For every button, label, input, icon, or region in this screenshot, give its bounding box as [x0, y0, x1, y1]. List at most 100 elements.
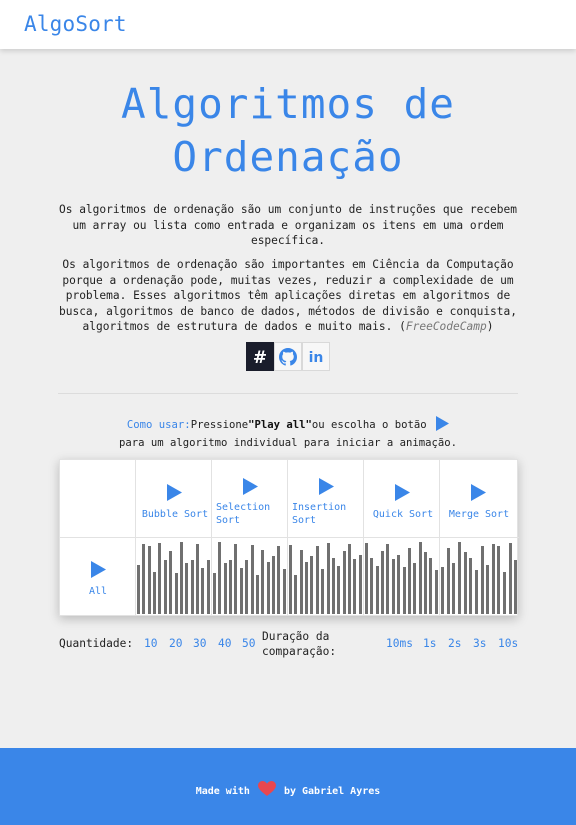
- navbar: AlgoSort: [0, 0, 576, 49]
- divider: [58, 393, 518, 394]
- corner-cell: [60, 460, 136, 538]
- bars-quick: [364, 538, 440, 616]
- value-bar: [353, 559, 357, 614]
- value-bar: [365, 543, 368, 614]
- value-bar: [201, 568, 205, 614]
- play-all-label[interactable]: All: [60, 586, 136, 597]
- value-bar: [195, 544, 199, 614]
- algo-header-quick[interactable]: Quick Sort: [364, 460, 440, 538]
- bars-selection: [212, 538, 288, 616]
- value-bar: [342, 551, 346, 614]
- how-to-line-2: para um algoritmo individual para inicia…: [118, 437, 458, 449]
- value-bar: [434, 570, 438, 614]
- play-icon[interactable]: [90, 561, 106, 578]
- value-bar: [255, 575, 259, 614]
- value-bar: [514, 560, 518, 614]
- title-line-2: Ordenação: [172, 133, 404, 181]
- how-to-line-1: Como usar:Pressione"Play all"ou escolha …: [0, 416, 576, 434]
- footer-credit: Made with by Gabriel Ayres: [0, 781, 576, 797]
- duration-option[interactable]: 10s: [498, 637, 518, 650]
- duration-option[interactable]: 3s: [473, 637, 486, 650]
- value-bar: [137, 565, 140, 614]
- duration-option[interactable]: 2s: [448, 637, 461, 650]
- quantity-option[interactable]: 40: [218, 637, 231, 650]
- duration-option[interactable]: 1s: [423, 637, 436, 650]
- value-bar: [266, 562, 270, 614]
- play-icon[interactable]: [242, 478, 258, 495]
- algo-label[interactable]: Bubble Sort: [138, 508, 212, 521]
- value-bar: [486, 565, 490, 614]
- source-citation: FreeCodeCamp: [405, 320, 487, 334]
- value-bar: [491, 544, 495, 614]
- play-all-cell[interactable]: All: [60, 538, 136, 616]
- algo-header-insertion[interactable]: Insertion Sort: [288, 460, 364, 538]
- value-bar: [294, 575, 298, 614]
- footer: Made with by Gabriel Ayres: [0, 748, 576, 825]
- algo-label[interactable]: Selection Sort: [216, 501, 290, 527]
- value-bar: [321, 569, 325, 614]
- value-bar: [190, 560, 194, 614]
- play-icon[interactable]: [166, 484, 182, 501]
- hash-icon[interactable]: #: [246, 342, 274, 371]
- value-bar: [153, 572, 157, 614]
- quantity-option[interactable]: 50: [242, 637, 255, 650]
- value-bar: [503, 572, 507, 614]
- github-icon[interactable]: [274, 342, 302, 371]
- value-bar: [147, 546, 151, 614]
- value-bar: [418, 542, 422, 614]
- value-bar: [250, 545, 254, 614]
- intro-paragraph: Os algoritmos de ordenação são um conjun…: [58, 203, 517, 248]
- value-bar: [158, 543, 162, 614]
- value-bar: [218, 542, 222, 614]
- value-bar: [299, 550, 303, 614]
- value-bar: [282, 569, 286, 614]
- bars-merge: [440, 538, 519, 616]
- value-bar: [289, 545, 292, 614]
- value-bar: [391, 559, 395, 614]
- quantity-option[interactable]: 30: [193, 637, 206, 650]
- value-bar: [163, 560, 167, 614]
- controls: Quantidade: 10 20 30 40 50 Duração da co…: [59, 628, 518, 660]
- algo-label[interactable]: Insertion Sort: [292, 501, 366, 527]
- value-bar: [480, 546, 484, 614]
- quantity-option[interactable]: 10: [144, 637, 157, 650]
- heart-icon: [257, 781, 276, 796]
- value-bar: [234, 544, 238, 614]
- value-bar: [305, 562, 309, 614]
- linkedin-icon[interactable]: in: [302, 342, 330, 371]
- quantity-label: Quantidade:: [59, 637, 134, 650]
- value-bar: [331, 558, 335, 614]
- value-bar: [397, 555, 401, 614]
- author-link[interactable]: by Gabriel Ayres: [284, 786, 380, 797]
- play-icon[interactable]: [470, 484, 486, 501]
- value-bar: [423, 552, 427, 614]
- value-bar: [213, 573, 216, 614]
- value-bar: [508, 543, 512, 614]
- algo-label[interactable]: Quick Sort: [366, 508, 440, 521]
- duration-option[interactable]: 10ms: [386, 637, 413, 650]
- value-bar: [457, 542, 461, 614]
- brand-logo[interactable]: AlgoSort: [24, 12, 127, 36]
- value-bar: [446, 548, 450, 614]
- value-bar: [174, 573, 178, 614]
- algo-label[interactable]: Merge Sort: [442, 508, 516, 521]
- quantity-option[interactable]: 20: [169, 637, 182, 650]
- value-bar: [229, 560, 233, 614]
- value-bar: [277, 546, 281, 614]
- play-icon[interactable]: [318, 478, 334, 495]
- algo-header-selection[interactable]: Selection Sort: [212, 460, 288, 538]
- algo-header-merge[interactable]: Merge Sort: [440, 460, 519, 538]
- value-bar: [402, 567, 406, 614]
- value-bar: [223, 563, 227, 614]
- value-bar: [497, 546, 501, 614]
- how-to-use: Como usar:Pressione"Play all"ou escolha …: [0, 416, 576, 452]
- value-bar: [245, 560, 249, 614]
- algo-header-bubble[interactable]: Bubble Sort: [136, 460, 212, 538]
- value-bar: [469, 558, 473, 614]
- value-bar: [142, 544, 146, 614]
- play-icon[interactable]: [394, 484, 410, 501]
- bars-bubble: [136, 538, 212, 616]
- value-bar: [315, 546, 319, 614]
- value-bar: [381, 551, 385, 614]
- value-bar: [407, 548, 411, 614]
